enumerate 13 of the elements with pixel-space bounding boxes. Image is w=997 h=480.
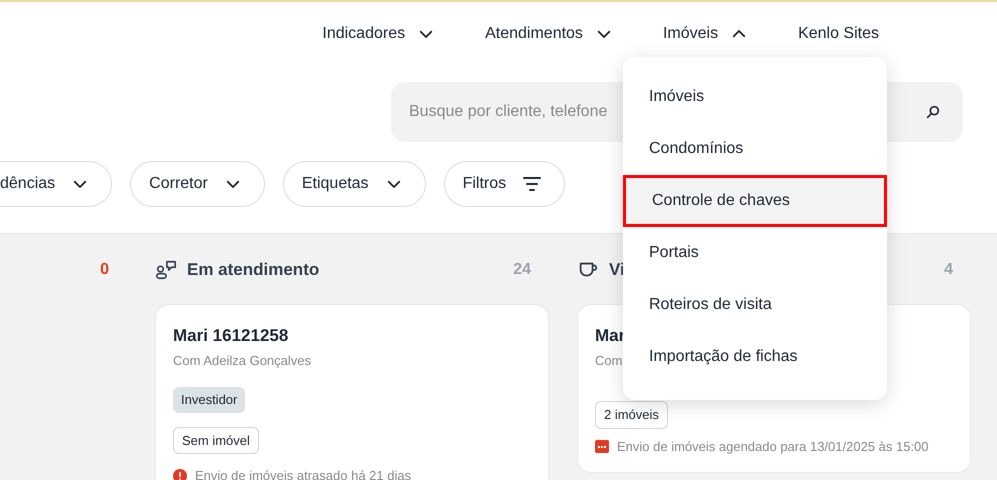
column-count: 24 [513,260,531,280]
tag-label: Investidor [173,387,246,412]
lead-name: Mari 16121258 [173,326,288,345]
status-note: Envio de imóveis atrasado há 21 dias [195,467,412,480]
column-count: 4 [944,260,953,280]
column-count: 0 [100,260,109,280]
lead-name: Mar [595,326,626,345]
status-note: Envio de imóveis agendado para 13/01/2025 às 15:00 [617,438,929,456]
column-title: Em atendimento [187,259,320,282]
lead-subtitle: Com Adeilza Gonçalves [173,353,312,368]
property-count-label: 2 imóveis [595,401,668,428]
property-count-label: Sem imóvel [173,426,259,454]
lead-subtitle: Com [595,353,622,368]
